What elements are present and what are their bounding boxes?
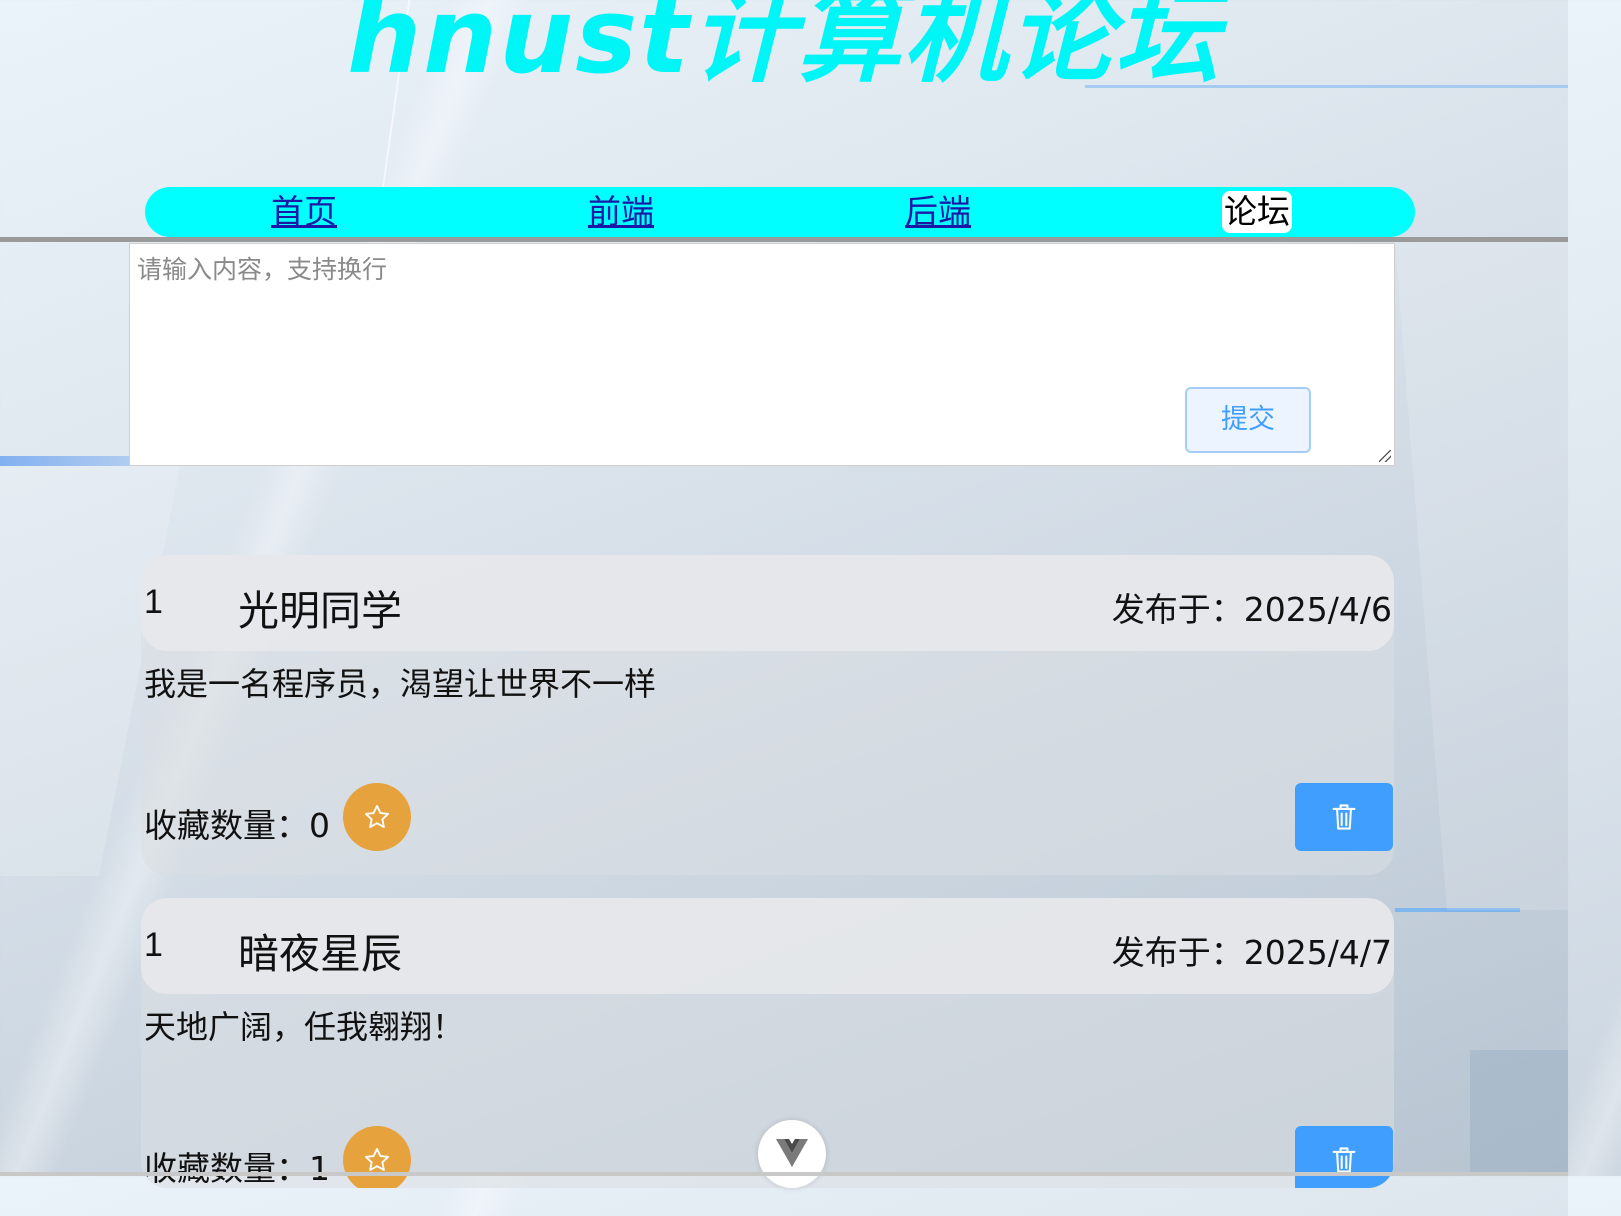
delete-button[interactable] xyxy=(1295,783,1393,851)
background-facet xyxy=(1470,1050,1568,1176)
delete-button[interactable] xyxy=(1295,1126,1393,1188)
trash-icon xyxy=(1332,1147,1356,1173)
trash-icon xyxy=(1332,804,1356,830)
favorite-button[interactable] xyxy=(343,1126,411,1188)
post-author: 暗夜星辰 xyxy=(238,930,402,978)
post-author: 光明同学 xyxy=(238,587,402,635)
background-facet xyxy=(1395,240,1568,910)
background-facet xyxy=(1395,908,1520,912)
favorite-button[interactable] xyxy=(343,783,411,851)
main-nav: 首页 前端 后端 论坛 xyxy=(145,187,1415,237)
post-date: 发布于：2025/4/6 xyxy=(1111,590,1392,629)
site-title: hnust计算机论坛 xyxy=(347,0,1221,97)
star-icon xyxy=(364,1147,390,1171)
vue-devtools-button[interactable] xyxy=(758,1120,826,1188)
window-bottom-edge xyxy=(0,1172,1568,1176)
post-content: 天地广阔，任我翱翔！ xyxy=(144,1008,465,1046)
resize-grip-icon[interactable] xyxy=(1379,450,1391,462)
post-composer: 提交 xyxy=(129,243,1395,466)
star-icon xyxy=(364,804,390,828)
nav-item-home[interactable]: 首页 xyxy=(271,191,337,233)
post-content: 我是一名程序员，渴望让世界不一样 xyxy=(144,665,657,703)
favorite-count: 收藏数量：0 xyxy=(144,806,330,845)
header-divider xyxy=(0,237,1568,242)
post-card: 1 光明同学 发布于：2025/4/6 我是一名程序员，渴望让世界不一样 收藏数… xyxy=(141,555,1394,875)
post-date: 发布于：2025/4/7 xyxy=(1111,933,1392,972)
favorite-count: 收藏数量：1 xyxy=(144,1149,330,1188)
submit-button[interactable]: 提交 xyxy=(1185,387,1311,453)
nav-item-backend[interactable]: 后端 xyxy=(905,191,971,233)
post-index: 1 xyxy=(144,926,163,964)
nav-item-frontend[interactable]: 前端 xyxy=(588,191,654,233)
vue-logo-icon xyxy=(776,1139,808,1167)
nav-item-forum[interactable]: 论坛 xyxy=(1222,191,1292,233)
post-index: 1 xyxy=(144,583,163,621)
